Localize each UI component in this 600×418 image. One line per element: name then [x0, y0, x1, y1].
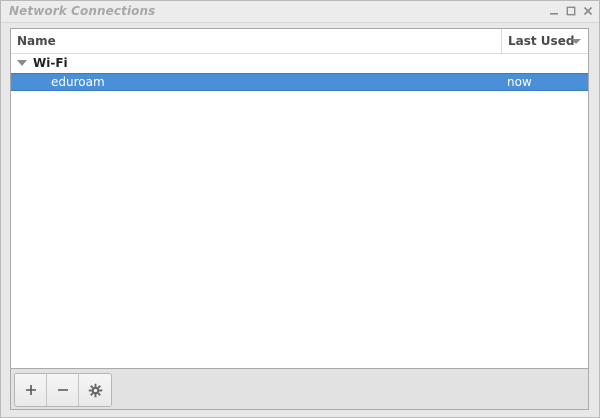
column-header-last-used[interactable]: Last Used [508, 34, 574, 48]
settings-button[interactable] [79, 374, 111, 406]
group-label: Wi-Fi [33, 56, 68, 70]
remove-icon [57, 389, 68, 391]
connection-row-eduroam[interactable]: eduroam now [11, 73, 588, 91]
sort-descending-icon[interactable] [571, 39, 581, 44]
title-bar[interactable]: Network Connections [1, 1, 599, 23]
connection-name: eduroam [51, 75, 105, 89]
minimize-icon[interactable] [548, 4, 559, 17]
maximize-icon[interactable] [565, 4, 576, 17]
column-header-name[interactable]: Name [17, 34, 56, 48]
bottom-toolbar [10, 369, 589, 410]
remove-button[interactable] [47, 374, 79, 406]
network-connections-window: Network Connections Name Last Used Wi-Fi… [0, 0, 600, 418]
connection-last-used: now [507, 75, 532, 89]
toolbar-button-group [14, 373, 112, 407]
expander-down-icon[interactable] [17, 60, 27, 66]
window-title: Network Connections [9, 4, 156, 18]
window-controls [548, 4, 593, 17]
list-header: Name Last Used [11, 29, 588, 54]
settings-gear-icon [88, 383, 102, 397]
connections-list[interactable]: Name Last Used Wi-Fi eduroam now [10, 28, 589, 369]
add-icon [25, 385, 36, 395]
close-icon[interactable] [582, 4, 593, 17]
add-button[interactable] [15, 374, 47, 406]
column-separator[interactable] [501, 29, 502, 53]
group-row-wifi[interactable]: Wi-Fi [11, 54, 588, 73]
